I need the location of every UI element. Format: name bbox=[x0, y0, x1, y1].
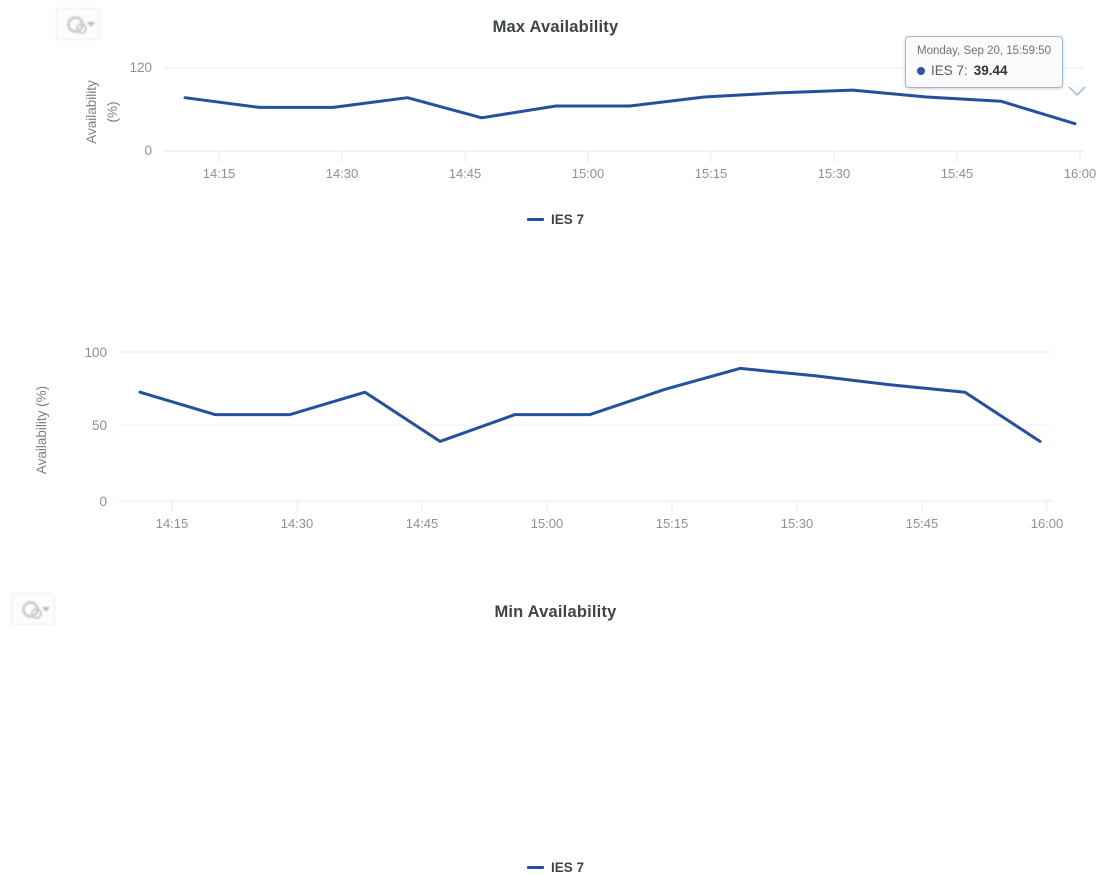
chart-tooltip-max: Monday, Sep 20, 15:59:50 IES 7: 39.44 bbox=[905, 36, 1086, 96]
y-axis-title-max-line1: Availability bbox=[84, 80, 99, 144]
chart-panel-min-availability: Min Availability 100 50 0 Availability (… bbox=[0, 295, 1111, 875]
xtick-label-min-0: 14:15 bbox=[156, 516, 189, 531]
tooltip-timestamp: Monday, Sep 20, 15:59:50 bbox=[917, 45, 1052, 57]
y-axis-title-max-line2: (%) bbox=[105, 102, 120, 123]
series-line-min-ies7 bbox=[138, 366, 1042, 443]
y-axis-title-min: Availability (%) bbox=[34, 386, 49, 474]
xtick-label-min-4: 15:15 bbox=[656, 516, 689, 531]
tooltip-pointer-inner bbox=[1069, 86, 1085, 94]
xtick-label-min-6: 15:45 bbox=[906, 516, 939, 531]
legend-label: IES 7 bbox=[550, 860, 585, 875]
xtick-label-min-5: 15:30 bbox=[781, 516, 814, 531]
legend-item-ies7-min[interactable]: IES 7 bbox=[526, 860, 585, 875]
tooltip-series-dot-icon bbox=[917, 66, 925, 75]
tooltip-series-label: IES 7: bbox=[931, 63, 968, 78]
series-line-max-ies7 bbox=[183, 88, 1077, 126]
xtick-label-max-6: 15:45 bbox=[941, 166, 974, 181]
xtick-label-min-1: 14:30 bbox=[281, 516, 314, 531]
legend-line-swatch-icon bbox=[526, 866, 544, 869]
chart-panel-max-availability: Max Availability 120 0 Availability (%) … bbox=[0, 0, 1111, 295]
chart-title-min: Min Availability bbox=[494, 603, 617, 621]
chart-plot-min: 100 50 0 Availability (%) 14:15 14:30 14… bbox=[34, 345, 1064, 531]
ytick-label-min-0: 0 bbox=[99, 494, 107, 509]
xtick-label-max-0: 14:15 bbox=[203, 166, 236, 181]
tooltip-series-value: 39.44 bbox=[973, 63, 1008, 78]
legend-label: IES 7 bbox=[550, 212, 585, 227]
chart-legend-min: IES 7 bbox=[0, 857, 1111, 875]
xtick-label-max-3: 15:00 bbox=[572, 166, 605, 181]
xtick-label-min-2: 14:45 bbox=[406, 516, 439, 531]
xtick-label-max-5: 15:30 bbox=[818, 166, 851, 181]
xtick-label-min-3: 15:00 bbox=[531, 516, 564, 531]
chart-legend-max: IES 7 bbox=[0, 209, 1111, 227]
ytick-label-min-1: 50 bbox=[92, 418, 107, 433]
chart-plot-max: 120 0 Availability (%) 14:15 14:30 14:45… bbox=[84, 60, 1097, 181]
xtick-label-max-1: 14:30 bbox=[326, 166, 359, 181]
tooltip-series-row: IES 7: 39.44 bbox=[917, 62, 1051, 79]
xtick-label-min-7: 16:00 bbox=[1031, 516, 1064, 531]
ytick-label-max-0: 0 bbox=[144, 143, 152, 158]
ytick-label-max-1: 120 bbox=[129, 60, 152, 75]
ytick-label-min-2: 100 bbox=[84, 345, 107, 360]
xtick-label-max-4: 15:15 bbox=[695, 166, 728, 181]
xtick-label-max-7: 16:00 bbox=[1064, 166, 1097, 181]
legend-line-swatch-icon bbox=[526, 218, 544, 221]
xtick-label-max-2: 14:45 bbox=[449, 166, 482, 181]
legend-item-ies7-max[interactable]: IES 7 bbox=[526, 212, 585, 227]
